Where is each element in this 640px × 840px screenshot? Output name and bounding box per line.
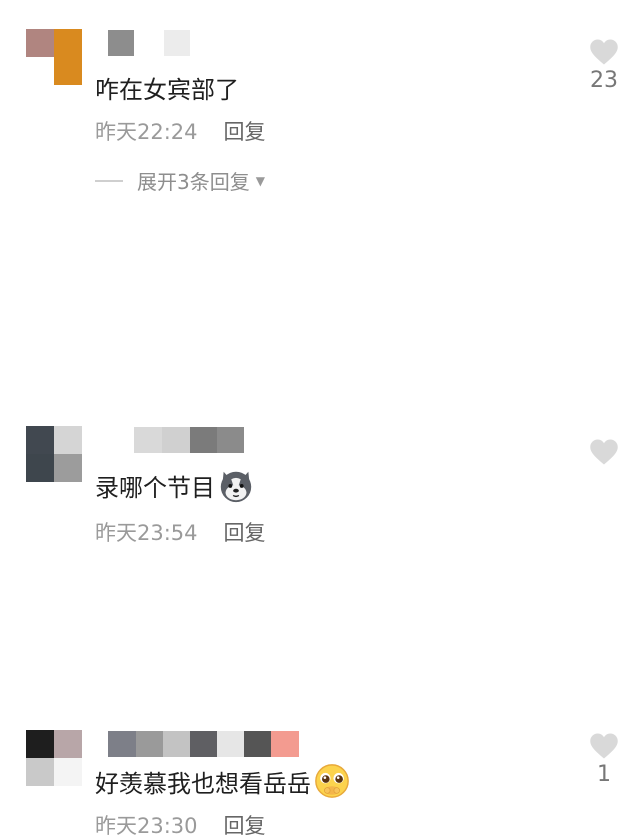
comment-item: 好羡慕我也想看岳岳 昨天23:30 回复 1 xyxy=(0,350,640,838)
comment-meta: 昨天22:24 回复 xyxy=(95,116,266,146)
username[interactable] xyxy=(108,731,299,757)
expand-replies-label: 展开3条回复 xyxy=(137,170,250,194)
comment-text-content: 录哪个节目 xyxy=(95,473,215,502)
comment-item: 咋在女宾部了 昨天22:24 回复 展开3条回复 ▼ 23 xyxy=(0,0,640,200)
reply-button[interactable]: 回复 xyxy=(224,116,266,146)
like-button[interactable]: 1 xyxy=(584,732,624,787)
pleading-face-emoji xyxy=(315,764,349,798)
comment-item: 录哪个节目 昨天23:54 回复 xyxy=(0,200,640,545)
timestamp: 昨天22:24 xyxy=(95,120,198,144)
reply-button[interactable]: 回复 xyxy=(224,517,266,547)
comment-text: 好羡慕我也想看岳岳 xyxy=(95,762,351,800)
like-count: 1 xyxy=(597,762,611,787)
avatar[interactable] xyxy=(26,730,82,786)
comment-meta: 昨天23:54 回复 xyxy=(95,517,266,547)
username[interactable] xyxy=(108,30,190,56)
triangle-down-icon: ▼ xyxy=(255,173,265,188)
comment-meta: 昨天23:30 回复 xyxy=(95,810,266,840)
comment-text-content: 好羡慕我也想看岳岳 xyxy=(95,769,311,798)
expand-replies-button[interactable]: 展开3条回复 ▼ xyxy=(95,166,265,195)
comment-text-content: 咋在女宾部了 xyxy=(95,76,239,104)
heart-icon xyxy=(590,733,618,759)
timestamp: 昨天23:54 xyxy=(95,521,198,545)
like-count: 23 xyxy=(590,68,618,93)
avatar[interactable] xyxy=(26,29,82,85)
like-button[interactable]: 23 xyxy=(584,38,624,93)
heart-icon xyxy=(590,39,618,65)
timestamp: 昨天23:30 xyxy=(95,814,198,838)
comment-text: 咋在女宾部了 xyxy=(95,70,239,105)
divider-line xyxy=(95,179,123,182)
reply-button[interactable]: 回复 xyxy=(224,810,266,840)
